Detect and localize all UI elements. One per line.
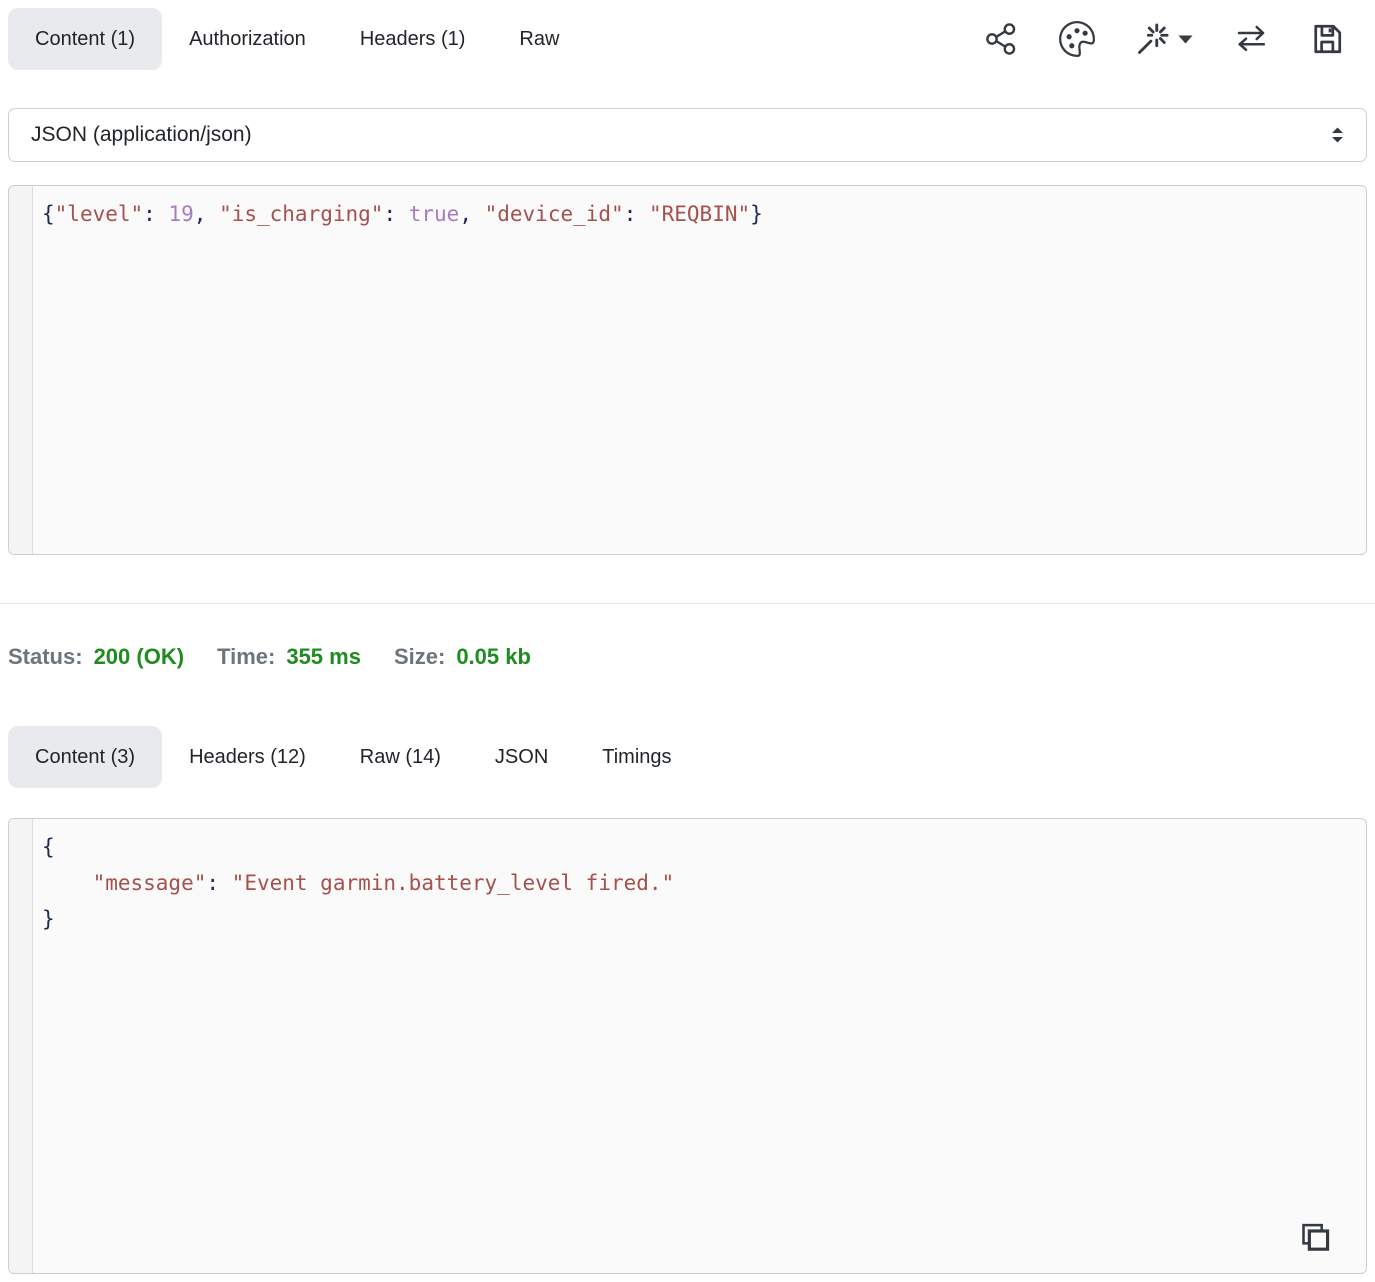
tab-request-authorization[interactable]: Authorization: [162, 8, 333, 70]
content-type-select[interactable]: JSON (application/json): [8, 108, 1367, 162]
tab-response-content[interactable]: Content (3): [8, 726, 162, 788]
request-toolbar: [983, 21, 1367, 57]
tab-request-raw[interactable]: Raw: [492, 8, 586, 70]
content-type-selected-value: JSON (application/json): [31, 123, 252, 147]
copy-response-button[interactable]: [1290, 1214, 1336, 1263]
theme-button[interactable]: [1059, 21, 1095, 57]
tab-response-raw[interactable]: Raw (14): [333, 726, 468, 788]
response-statusbar: Status: 200 (OK) Time: 355 ms Size: 0.05…: [8, 640, 1367, 674]
response-tabs: Content (3) Headers (12) Raw (14) JSON T…: [8, 726, 699, 788]
tab-response-headers[interactable]: Headers (12): [162, 726, 333, 788]
share-button[interactable]: [983, 21, 1019, 57]
status-code-group: Status: 200 (OK): [8, 640, 184, 674]
response-body-code: { "message": "Event garmin.battery_level…: [33, 819, 1366, 1273]
status-label: Status:: [8, 640, 83, 674]
generate-code-icon: [1135, 21, 1171, 57]
save-icon: [1309, 21, 1345, 57]
request-body-code: {"level": 19, "is_charging": true, "devi…: [33, 186, 1366, 554]
time-label: Time:: [217, 640, 275, 674]
response-size-group: Size: 0.05 kb: [394, 640, 531, 674]
swap-button[interactable]: [1233, 21, 1269, 57]
response-tabbar: Content (3) Headers (12) Raw (14) JSON T…: [8, 726, 1367, 788]
select-updown-icon: [1331, 127, 1344, 144]
tab-response-timings[interactable]: Timings: [575, 726, 698, 788]
tab-request-content[interactable]: Content (1): [8, 8, 162, 70]
response-body-editor[interactable]: { "message": "Event garmin.battery_level…: [8, 818, 1367, 1274]
request-tabbar: Content (1) Authorization Headers (1) Ra…: [8, 8, 1367, 70]
status-code-value: 200 (OK): [94, 640, 184, 674]
tab-response-json[interactable]: JSON: [468, 726, 575, 788]
chevron-down-icon: [1178, 34, 1193, 45]
request-body-editor[interactable]: {"level": 19, "is_charging": true, "devi…: [8, 185, 1367, 555]
size-label: Size:: [394, 640, 445, 674]
generate-code-button[interactable]: [1135, 21, 1193, 57]
editor-gutter: [9, 186, 33, 554]
editor-gutter: [9, 819, 33, 1273]
tab-request-headers[interactable]: Headers (1): [333, 8, 493, 70]
section-divider: [0, 603, 1375, 604]
share-icon: [983, 21, 1019, 57]
response-time-value: 355 ms: [286, 640, 361, 674]
swap-arrows-icon: [1233, 21, 1269, 57]
copy-icon: [1294, 1218, 1332, 1256]
request-tabs: Content (1) Authorization Headers (1) Ra…: [8, 8, 586, 70]
response-time-group: Time: 355 ms: [217, 640, 361, 674]
response-size-value: 0.05 kb: [456, 640, 531, 674]
theme-palette-icon: [1059, 21, 1095, 57]
save-button[interactable]: [1309, 21, 1345, 57]
